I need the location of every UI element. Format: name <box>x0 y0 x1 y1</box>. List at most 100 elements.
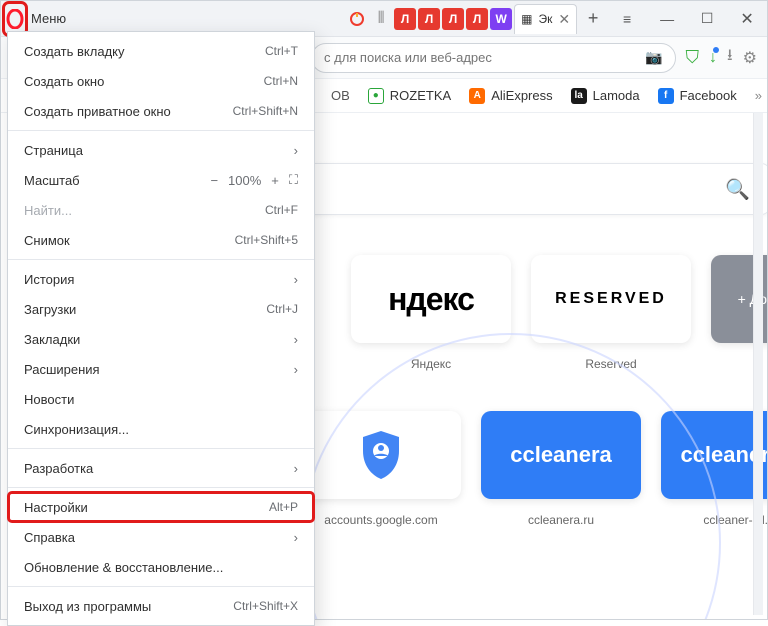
bm-overflow-chevron-icon[interactable]: » <box>755 88 762 103</box>
scrollbar[interactable] <box>753 113 763 615</box>
fullscreen-icon[interactable]: ⛶ <box>289 172 298 188</box>
menu-zoom-label: Масштаб <box>24 173 80 188</box>
menu-separator <box>8 259 314 260</box>
tab-ccleaner-icon[interactable] <box>346 8 368 30</box>
window-controls: ≡ — ☐ ✕ <box>607 1 767 36</box>
tile-ccleaner-all[interactable]: ccleaner-all ccleaner-all.ru <box>661 411 767 527</box>
menu-sync-label: Синхронизация... <box>24 422 129 437</box>
menu-downloads-shortcut: Ctrl+J <box>266 302 298 316</box>
menu-sync[interactable]: Синхронизация... <box>8 414 314 444</box>
tab-l-2[interactable]: Л <box>418 8 440 30</box>
zoom-out-button[interactable]: − <box>210 173 218 188</box>
menu-exit-label: Выход из программы <box>24 599 151 614</box>
tile-google-caption: accounts.google.com <box>324 513 437 527</box>
menu-new-tab-shortcut: Ctrl+T <box>265 44 298 58</box>
search-icon: 🔍 <box>725 177 750 202</box>
menu-help-label: Справка <box>24 530 75 545</box>
window-close-button[interactable]: ✕ <box>727 1 767 37</box>
menu-new-tab[interactable]: Создать вкладку Ctrl+T <box>8 36 314 66</box>
bm-rozetka[interactable]: ● ROZETKA <box>368 88 451 104</box>
tab-collapsed-icon[interactable]: ⦀ <box>370 8 392 30</box>
menu-history[interactable]: История › <box>8 264 314 294</box>
menu-news-label: Новости <box>24 392 74 407</box>
bm-lamoda[interactable]: la Lamoda <box>571 88 640 104</box>
chevron-right-icon: › <box>294 272 298 287</box>
bm-lamoda-label: Lamoda <box>593 88 640 103</box>
menu-page-label: Страница <box>24 143 83 158</box>
tab-l-4[interactable]: Л <box>466 8 488 30</box>
menu-dev[interactable]: Разработка › <box>8 453 314 483</box>
minimize-button[interactable]: — <box>647 1 687 37</box>
tab-w[interactable]: W <box>490 8 512 30</box>
tile-ccleanera[interactable]: ccleanera ccleanera.ru <box>481 411 641 527</box>
tiles-row-1: ндекс Яндекс RESERVED Reserved + Добавит… <box>351 255 737 371</box>
chevron-right-icon: › <box>294 530 298 545</box>
chevron-right-icon: › <box>294 362 298 377</box>
menu-downloads-label: Загрузки <box>24 302 76 317</box>
address-field-wrap[interactable]: 📷 <box>311 43 676 73</box>
menu-update-label: Обновление & восстановление... <box>24 560 223 575</box>
menu-page[interactable]: Страница › <box>8 135 314 165</box>
address-input[interactable] <box>324 50 645 65</box>
menu-separator <box>8 130 314 131</box>
active-tab-label: Эк <box>538 12 552 26</box>
tile-reserved-caption: Reserved <box>585 357 636 371</box>
tile-google-accounts[interactable]: accounts.google.com <box>301 411 461 527</box>
menu-help[interactable]: Справка › <box>8 522 314 552</box>
opera-menu-button[interactable] <box>5 4 25 34</box>
bm-aliexpress[interactable]: A AliExpress <box>469 88 552 104</box>
new-tab-button[interactable]: + <box>579 8 607 29</box>
menu-extensions[interactable]: Расширения › <box>8 354 314 384</box>
tile-yandex[interactable]: ндекс Яндекс <box>351 255 511 371</box>
menu-new-window-label: Создать окно <box>24 74 104 89</box>
downloads-icon[interactable]: ↓ <box>709 49 717 67</box>
menu-separator <box>8 586 314 587</box>
menu-settings-shortcut: Alt+P <box>269 500 298 514</box>
zoom-in-button[interactable]: + <box>271 173 279 188</box>
tab-l-1[interactable]: Л <box>394 8 416 30</box>
google-shield-icon <box>359 429 403 481</box>
tabs-overview-button[interactable]: ≡ <box>607 1 647 37</box>
easy-setup-icon[interactable]: ⚙ <box>743 48 757 68</box>
menu-snapshot[interactable]: Снимок Ctrl+Shift+5 <box>8 225 314 255</box>
menu-snapshot-label: Снимок <box>24 233 70 248</box>
tile-reserved-text: RESERVED <box>555 290 667 308</box>
shield-icon[interactable]: ⛉ <box>686 47 700 68</box>
menu-new-window[interactable]: Создать окно Ctrl+N <box>8 66 314 96</box>
chevron-right-icon: › <box>294 332 298 347</box>
bm-rozetka-label: ROZETKA <box>390 88 451 103</box>
camera-icon[interactable]: 📷 <box>645 49 662 66</box>
tab-close-button[interactable]: ✕ <box>558 11 570 28</box>
menu-settings[interactable]: Настройки Alt+P <box>8 492 314 522</box>
tile-ccla-caption: ccleanera.ru <box>528 513 594 527</box>
menu-extensions-label: Расширения <box>24 362 100 377</box>
active-tab[interactable]: ▦ Эк ✕ <box>514 4 577 34</box>
tab-strip: ⦀ Л Л Л Л W ▦ Эк ✕ + <box>346 1 607 36</box>
menu-exit[interactable]: Выход из программы Ctrl+Shift+X <box>8 591 314 621</box>
save-page-icon[interactable]: ⭳ <box>727 44 733 71</box>
menu-find-label: Найти... <box>24 203 72 218</box>
maximize-button[interactable]: ☐ <box>687 1 727 37</box>
bm-prefix-cut: ОВ <box>331 88 350 103</box>
tile-yandex-caption: Яндекс <box>411 357 451 371</box>
tab-l-3[interactable]: Л <box>442 8 464 30</box>
menu-separator <box>8 448 314 449</box>
menu-update[interactable]: Обновление & восстановление... <box>8 552 314 582</box>
menu-new-private-label: Создать приватное окно <box>24 104 171 119</box>
lamoda-icon: la <box>571 88 587 104</box>
bm-facebook[interactable]: f Facebook <box>658 88 737 104</box>
menu-snapshot-shortcut: Ctrl+Shift+5 <box>235 233 298 247</box>
menu-news[interactable]: Новости <box>8 384 314 414</box>
menu-new-private[interactable]: Создать приватное окно Ctrl+Shift+N <box>8 96 314 126</box>
menu-downloads[interactable]: Загрузки Ctrl+J <box>8 294 314 324</box>
aliexpress-icon: A <box>469 88 485 104</box>
menu-zoom[interactable]: Масштаб − 100% + ⛶ <box>8 165 314 195</box>
menu-settings-label: Настройки <box>24 500 88 515</box>
menu-bookmarks[interactable]: Закладки › <box>8 324 314 354</box>
zoom-value: 100% <box>228 173 261 188</box>
tile-yandex-text: ндекс <box>388 281 474 318</box>
chevron-right-icon: › <box>294 461 298 476</box>
menu-find[interactable]: Найти... Ctrl+F <box>8 195 314 225</box>
tile-reserved[interactable]: RESERVED Reserved <box>531 255 691 371</box>
rozetka-icon: ● <box>368 88 384 104</box>
